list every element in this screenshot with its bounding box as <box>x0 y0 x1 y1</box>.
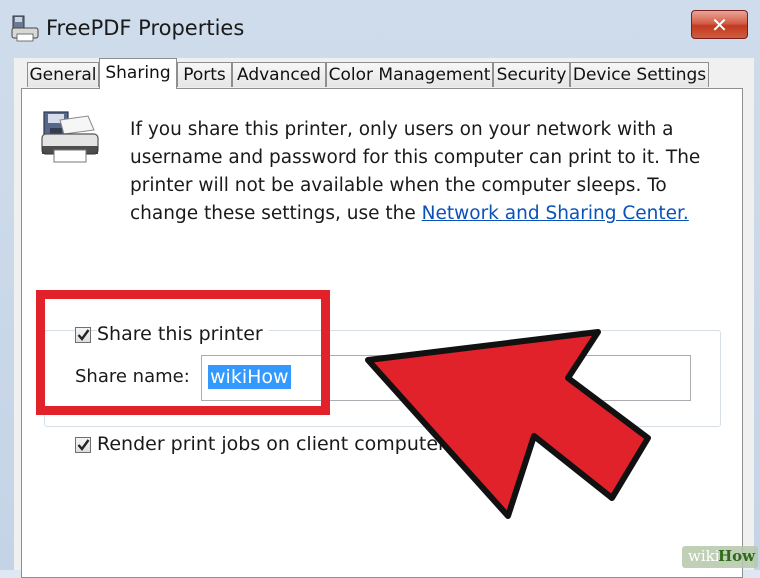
watermark-how: How <box>718 547 756 565</box>
tab-sharing[interactable]: Sharing <box>99 58 177 89</box>
tab-ports[interactable]: Ports <box>177 62 232 87</box>
sharing-info-text: If you share this printer, only users on… <box>130 116 710 228</box>
checkmark-icon <box>77 439 90 451</box>
tab-advanced[interactable]: Advanced <box>232 62 326 87</box>
watermark-wiki: wiki <box>688 547 720 565</box>
tab-general[interactable]: General <box>27 62 99 87</box>
window-title: FreePDF Properties <box>46 16 245 40</box>
tab-color-management[interactable]: Color Management <box>326 62 493 87</box>
close-button[interactable]: ✕ <box>691 10 748 39</box>
title-bar[interactable]: FreePDF Properties ✕ <box>0 0 760 58</box>
shared-printer-icon <box>41 111 99 163</box>
render-client-checkbox[interactable] <box>75 437 91 453</box>
tab-device-settings[interactable]: Device Settings <box>570 62 709 87</box>
highlight-box <box>36 290 330 415</box>
wikihow-watermark: wiki How <box>682 546 758 568</box>
tab-security[interactable]: Security <box>493 62 570 87</box>
pointer-arrow-icon <box>365 329 651 519</box>
network-sharing-center-link[interactable]: Network and Sharing Center. <box>422 203 689 224</box>
printer-title-icon <box>11 15 39 42</box>
